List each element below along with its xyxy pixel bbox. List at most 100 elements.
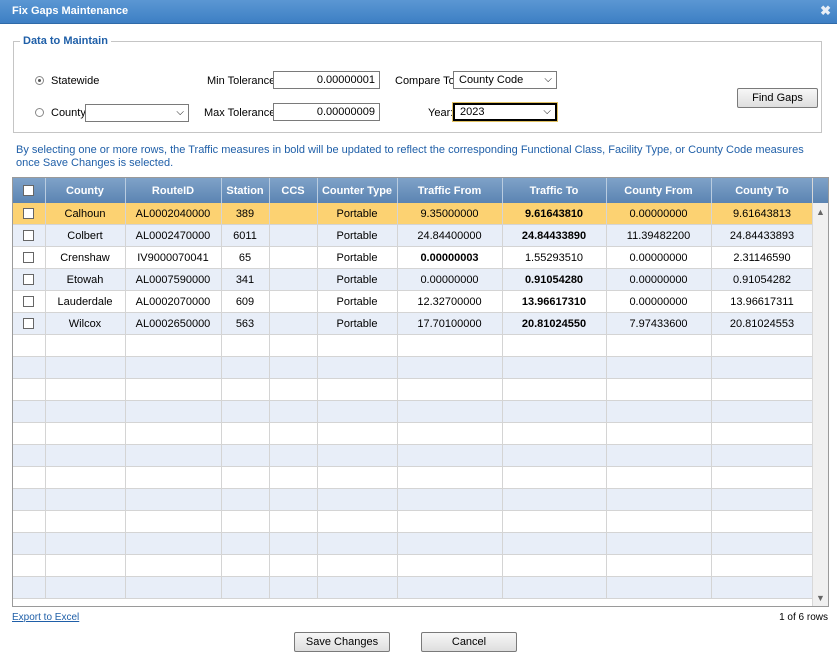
table-cell — [125, 576, 222, 599]
table-cell — [711, 510, 814, 533]
scroll-down-arrow-icon[interactable]: ▼ — [816, 593, 825, 603]
table-row[interactable]: Calhoun AL0002040000 389 Portable 9.35000000… — [13, 203, 814, 225]
county-select[interactable]: ⌵ — [85, 104, 189, 122]
column-traffic-from[interactable]: Traffic From — [397, 178, 503, 203]
table-cell — [397, 466, 503, 489]
table-row[interactable]: Wilcox AL0002650000 563 Portable 17.70100000… — [13, 312, 814, 335]
row-checkbox-cell — [13, 576, 46, 599]
statewide-radio[interactable] — [35, 76, 44, 85]
checkbox-icon[interactable] — [23, 274, 35, 286]
empty-table-row — [13, 356, 814, 379]
table-cell — [397, 378, 503, 401]
table-cell — [502, 532, 607, 555]
table-row[interactable]: Crenshaw IV9000070041 65 Portable 0.00000003… — [13, 246, 814, 269]
row-checkbox-cell — [13, 554, 46, 577]
table-cell — [221, 488, 270, 511]
table-cell — [125, 400, 222, 423]
table-cell — [45, 510, 126, 533]
table-cell — [397, 576, 503, 599]
results-grid: County RouteID Station CCS Counter Type … — [12, 177, 829, 607]
table-cell: 7.97433600 — [606, 312, 712, 335]
checkbox-icon[interactable] — [23, 296, 35, 308]
compare-to-select[interactable]: County Code ⌵ — [453, 71, 557, 89]
table-cell — [606, 532, 712, 555]
table-cell — [502, 554, 607, 577]
grid-scrollbar[interactable]: ▲ ▼ — [812, 178, 828, 606]
max-tolerance-field[interactable]: 0.00000009 — [273, 103, 380, 121]
row-checkbox-cell[interactable] — [13, 224, 46, 247]
checkbox-icon[interactable] — [23, 185, 35, 197]
row-checkbox-cell — [13, 444, 46, 467]
column-county-to[interactable]: County To — [711, 178, 814, 203]
table-cell: AL0002070000 — [125, 290, 222, 313]
table-cell — [502, 466, 607, 489]
table-cell: 12.32700000 — [397, 290, 503, 313]
year-select[interactable]: 2023 ⌵ — [452, 102, 558, 122]
checkbox-icon[interactable] — [23, 230, 35, 242]
min-tolerance-field[interactable]: 0.00000001 — [273, 71, 380, 89]
table-cell — [221, 422, 270, 445]
table-cell — [606, 576, 712, 599]
table-cell: 24.84400000 — [397, 224, 503, 247]
table-cell — [502, 400, 607, 423]
table-cell: 11.39482200 — [606, 224, 712, 247]
table-cell — [269, 224, 318, 247]
table-cell — [221, 532, 270, 555]
table-cell — [269, 268, 318, 291]
row-checkbox-cell[interactable] — [13, 203, 46, 225]
year-label: Year: — [428, 107, 454, 119]
select-all-header[interactable] — [13, 178, 46, 203]
table-row[interactable]: Colbert AL0002470000 6011 Portable 24.844000… — [13, 224, 814, 247]
row-checkbox-cell[interactable] — [13, 312, 46, 335]
column-routeid[interactable]: RouteID — [125, 178, 222, 203]
checkbox-icon[interactable] — [23, 252, 35, 264]
results-table: County RouteID Station CCS Counter Type … — [13, 178, 814, 599]
table-cell — [502, 510, 607, 533]
checkbox-icon[interactable] — [23, 208, 35, 220]
table-cell — [606, 444, 712, 467]
table-cell — [317, 466, 398, 489]
table-cell — [45, 378, 126, 401]
table-cell — [45, 554, 126, 577]
table-cell — [221, 576, 270, 599]
column-ccs[interactable]: CCS — [269, 178, 318, 203]
window-title: Fix Gaps Maintenance — [12, 5, 129, 17]
table-cell — [317, 378, 398, 401]
save-changes-button[interactable]: Save Changes — [294, 632, 390, 652]
empty-table-row — [13, 466, 814, 489]
table-cell — [711, 378, 814, 401]
table-cell — [45, 356, 126, 379]
table-cell — [269, 334, 318, 357]
table-cell — [711, 532, 814, 555]
find-gaps-button[interactable]: Find Gaps — [737, 88, 818, 108]
close-icon[interactable]: ✖ — [820, 3, 831, 19]
column-station[interactable]: Station — [221, 178, 270, 203]
table-cell — [711, 334, 814, 357]
column-county[interactable]: County — [45, 178, 126, 203]
table-cell — [606, 488, 712, 511]
table-row[interactable]: Lauderdale AL0002070000 609 Portable 12.3270… — [13, 290, 814, 313]
county-radio[interactable] — [35, 108, 44, 117]
row-checkbox-cell[interactable] — [13, 246, 46, 269]
row-checkbox-cell — [13, 466, 46, 489]
row-checkbox-cell[interactable] — [13, 268, 46, 291]
column-counter-type[interactable]: Counter Type — [317, 178, 398, 203]
row-checkbox-cell[interactable] — [13, 290, 46, 313]
column-county-from[interactable]: County From — [606, 178, 712, 203]
empty-table-row — [13, 510, 814, 533]
table-cell — [45, 400, 126, 423]
table-cell — [606, 466, 712, 489]
table-cell — [125, 532, 222, 555]
checkbox-icon[interactable] — [23, 318, 35, 330]
export-to-excel-link[interactable]: Export to Excel — [12, 612, 79, 623]
cancel-button[interactable]: Cancel — [421, 632, 517, 652]
row-checkbox-cell — [13, 378, 46, 401]
table-cell: Portable — [317, 224, 398, 247]
column-traffic-to[interactable]: Traffic To — [502, 178, 607, 203]
table-cell: 0.00000000 — [606, 203, 712, 225]
min-tolerance-label: Min Tolerance: — [207, 75, 279, 87]
table-cell — [397, 532, 503, 555]
table-row[interactable]: Etowah AL0007590000 341 Portable 0.00000000 0… — [13, 268, 814, 291]
table-cell — [269, 356, 318, 379]
scroll-up-arrow-icon[interactable]: ▲ — [816, 207, 825, 217]
